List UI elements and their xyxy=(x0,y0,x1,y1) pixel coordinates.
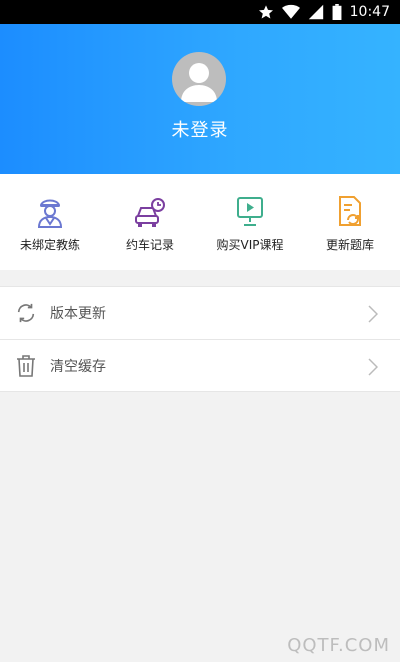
refresh-icon xyxy=(14,301,38,325)
settings-item-label: 清空缓存 xyxy=(50,358,106,375)
wifi-icon xyxy=(281,4,300,19)
quick-actions-row: 未绑定教练 约车记录 购买VIP课程 更新题库 xyxy=(0,174,400,270)
quick-action-label: 购买VIP课程 xyxy=(216,238,284,252)
quick-action-booking[interactable]: 约车记录 xyxy=(100,174,200,270)
video-course-icon xyxy=(237,197,263,226)
star-icon xyxy=(258,5,273,19)
trash-icon xyxy=(14,354,38,378)
settings-list: 版本更新 清空缓存 xyxy=(0,286,400,392)
settings-item-label: 版本更新 xyxy=(50,306,106,322)
chevron-right-icon xyxy=(368,358,378,376)
quick-action-vip[interactable]: 购买VIP课程 xyxy=(200,174,300,270)
profile-header: 未登录 xyxy=(0,24,400,174)
quick-action-coach[interactable]: 未绑定教练 xyxy=(0,174,100,270)
status-bar: 10:47 xyxy=(0,0,400,24)
user-avatar-icon xyxy=(181,63,217,102)
signal-icon xyxy=(308,4,323,20)
quick-action-label: 未绑定教练 xyxy=(19,238,80,252)
quick-action-label: 约车记录 xyxy=(125,238,174,252)
login-status-text[interactable]: 未登录 xyxy=(0,116,400,142)
car-clock-icon xyxy=(135,198,165,227)
quick-action-label: 更新题库 xyxy=(325,238,374,252)
avatar[interactable] xyxy=(172,52,226,106)
coach-icon xyxy=(37,199,63,228)
watermark: QQTF.COM xyxy=(287,635,390,656)
settings-item-clear-cache[interactable]: 清空缓存 xyxy=(0,339,400,391)
chevron-right-icon xyxy=(368,305,378,323)
battery-icon xyxy=(332,4,342,20)
quick-action-update-questions[interactable]: 更新题库 xyxy=(300,174,400,270)
settings-item-version-update[interactable]: 版本更新 xyxy=(0,287,400,339)
document-refresh-icon xyxy=(339,196,361,226)
status-time: 10:47 xyxy=(349,4,390,20)
